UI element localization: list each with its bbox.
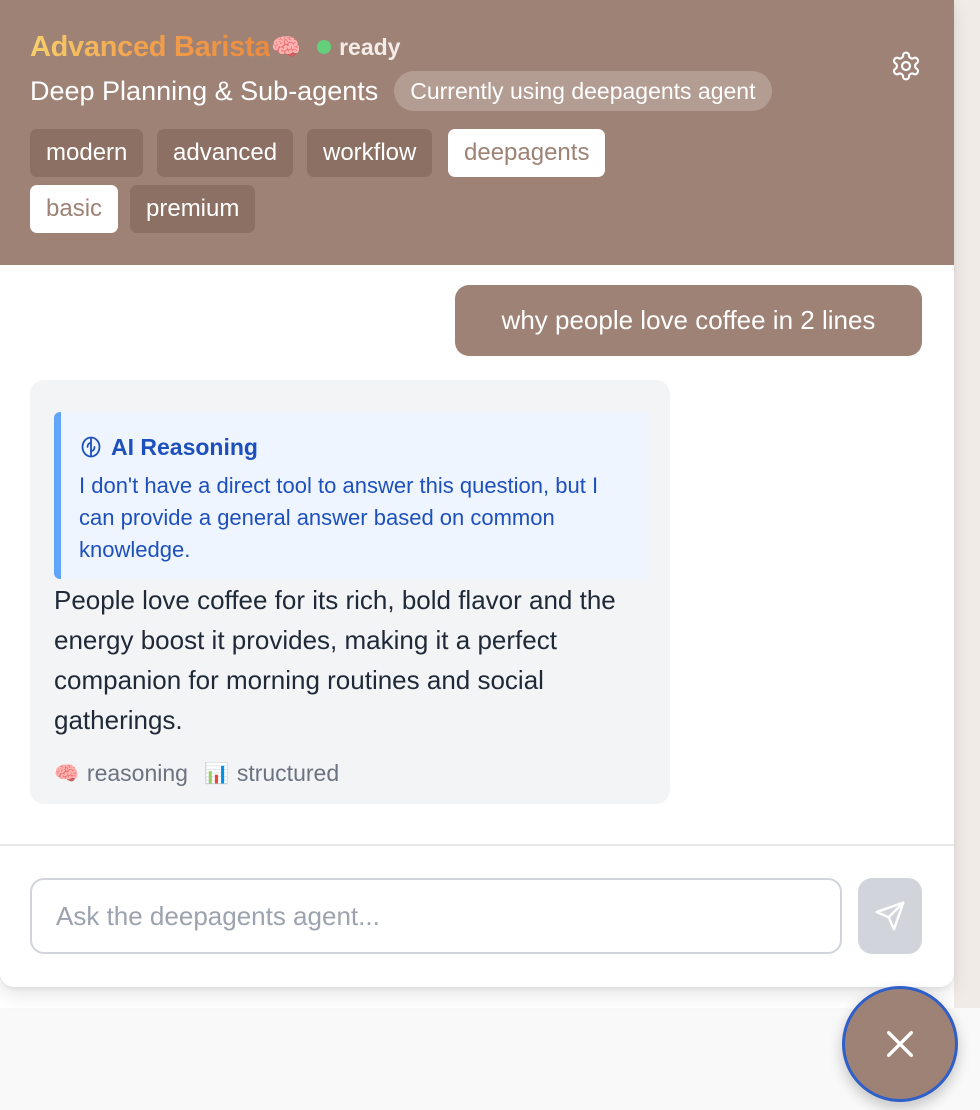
page-backdrop-right: [954, 0, 980, 1110]
send-button[interactable]: [858, 878, 922, 954]
tag-deepagents[interactable]: deepagents: [448, 129, 606, 177]
message-meta: 🧠 reasoning 📊 structured: [54, 758, 339, 788]
chat-input[interactable]: [30, 878, 842, 954]
tag-modern[interactable]: modern: [30, 129, 144, 177]
tag-advanced[interactable]: advanced: [157, 129, 294, 177]
brain-emoji-icon: 🧠: [271, 33, 302, 61]
tag-premium[interactable]: premium: [130, 185, 256, 233]
status-text: ready: [339, 33, 401, 60]
input-divider: [0, 844, 954, 846]
status-dot-icon: [317, 40, 332, 54]
gear-icon: [892, 51, 920, 81]
title-row: Advanced Barista 🧠 ready: [30, 28, 400, 66]
close-chat-button[interactable]: [842, 986, 958, 1102]
brain-icon: [81, 436, 101, 458]
meta-reasoning: 🧠 reasoning: [54, 760, 188, 787]
subtitle-row: Deep Planning & Sub-agents Currently usi…: [30, 70, 772, 112]
meta-structured-label: structured: [236, 759, 340, 786]
tag-workflow[interactable]: workflow: [307, 129, 433, 177]
user-message: why people love coffee in 2 lines: [455, 285, 922, 356]
meta-structured: 📊 structured: [204, 760, 339, 787]
reasoning-title: AI Reasoning: [111, 433, 258, 460]
ai-answer-text: People love coffee for its rich, bold fl…: [54, 585, 616, 735]
bar-chart-icon: 📊: [203, 762, 229, 785]
reasoning-text: I don't have a direct tool to answer thi…: [79, 473, 599, 562]
chat-widget: Advanced Barista 🧠 ready Deep Planning &…: [0, 0, 954, 987]
reasoning-header: AI Reasoning: [79, 432, 258, 462]
brain-emoji-icon: 🧠: [54, 762, 79, 785]
close-icon: [886, 1030, 914, 1058]
page-backdrop-bottom: [0, 1008, 980, 1110]
settings-button[interactable]: [884, 44, 928, 88]
ai-message: AI Reasoning I don't have a direct tool …: [30, 380, 670, 804]
current-agent-badge: Currently using deepagents agent: [394, 71, 772, 111]
send-icon: [875, 901, 905, 931]
chat-header: Advanced Barista 🧠 ready Deep Planning &…: [0, 0, 954, 265]
tag-basic[interactable]: basic: [30, 185, 119, 233]
agent-subtitle: Deep Planning & Sub-agents: [30, 75, 379, 106]
meta-reasoning-label: reasoning: [86, 759, 188, 786]
reasoning-panel: AI Reasoning I don't have a direct tool …: [54, 412, 648, 579]
agent-name: Advanced Barista: [30, 30, 271, 63]
